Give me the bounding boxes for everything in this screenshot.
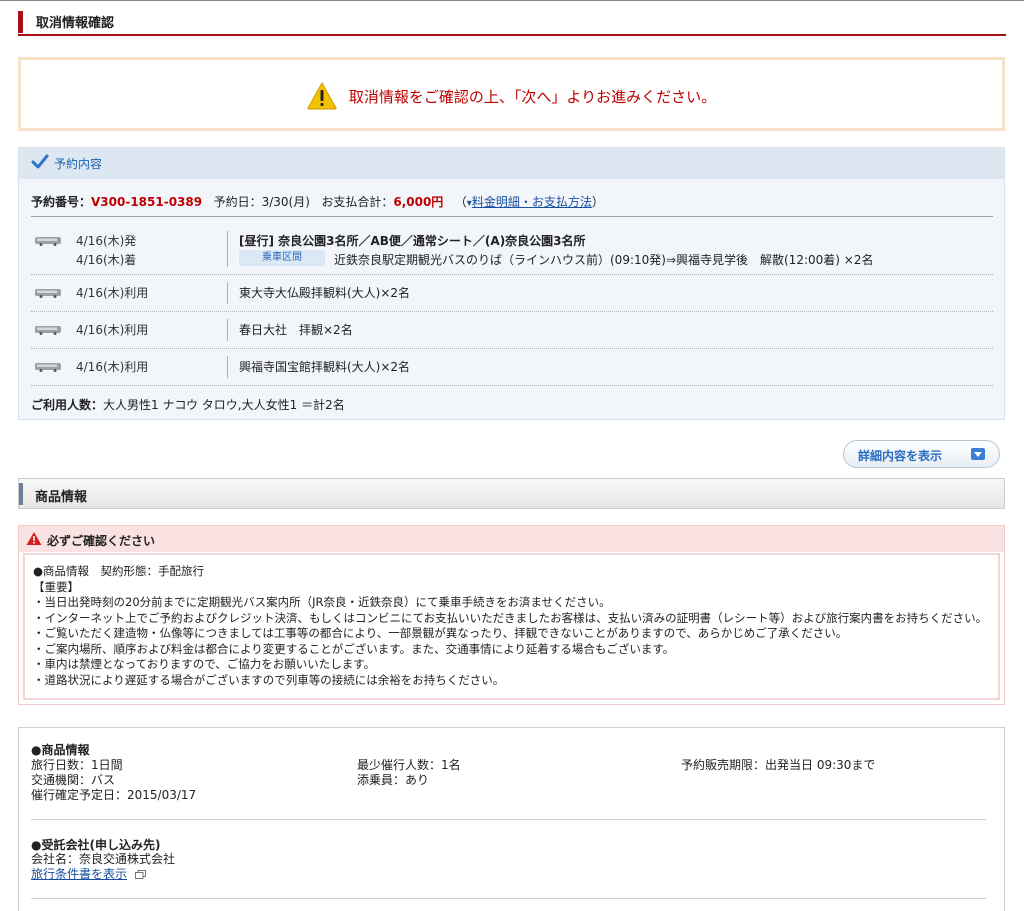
reservation-item: 4/16(木)利用 春日大社 拝観×2名 [31, 312, 993, 348]
travel-days: 旅行日数：1日間 [31, 758, 123, 772]
show-details-label: 詳細内容を表示 [858, 449, 943, 463]
notice-line: ・インターネット上でご予約およびクレジット決済、もしくはコンビニにてお支払いいた… [33, 610, 988, 625]
item-title: 興福寺国宝館拝観料(大人)×2名 [239, 360, 411, 374]
product-section-title: 商品情報 [35, 490, 88, 505]
total-amount: 6,000円 [393, 195, 444, 209]
notice-line: ・ご案内場所、順序および料金は都合により変更することがございます。また、交通事情… [33, 641, 675, 656]
reservation-header: 予約内容 [19, 148, 1004, 179]
product-section-header: 商品情報 [18, 478, 1005, 509]
item-date: 4/16(木)利用 [76, 323, 149, 337]
external-window-icon [134, 870, 146, 879]
tour-conductor: 添乗員：あり [357, 773, 430, 787]
notice-line: ・ご覧いただく建造物・仏像等につきましては工事等の都合により、一部景観が異なった… [33, 626, 848, 640]
fee-detail-link[interactable]: 料金明細・お支払方法 [472, 195, 592, 209]
expand-down-icon [971, 448, 985, 460]
min-participants: 最少催行人数：1名 [357, 758, 461, 772]
notice-line: ・道路状況により遅延する場合がございますので列車等の接続には余裕をお持ちください… [33, 672, 505, 687]
item-title: 東大寺大仏殿拝観料(大人)×2名 [239, 286, 411, 300]
alert-icon [26, 532, 42, 545]
item-title: 春日大社 拝観×2名 [239, 323, 353, 337]
product-info-col1: 旅行日数：1日間 交通機関：バス 催行確定予定日：2015/03/17 [31, 758, 196, 803]
info-divider [31, 819, 986, 820]
row-divider [31, 385, 993, 386]
item-divider [227, 319, 228, 341]
page-title: 取消情報確認 [36, 16, 115, 31]
important-notice-title: 必ずご確認ください [47, 534, 156, 548]
total-label: お支払合計： [321, 195, 394, 209]
paren-close: ） [591, 195, 604, 209]
page-title-bar: 取消情報確認 [18, 8, 1006, 36]
boarding-section-tag: 乗車区間 [239, 250, 325, 266]
reservation-item: 4/16(木)発 4/16(木)着 [昼行] 奈良公園3名所／AB便／通常シート… [31, 224, 993, 274]
bus-icon [35, 237, 61, 246]
product-info-col2: 最少催行人数：1名 添乗員：あり [357, 758, 461, 788]
check-icon [31, 154, 49, 169]
bus-icon [35, 363, 61, 372]
reservation-title: 予約内容 [54, 157, 103, 171]
sales-deadline: 予約販売期限：出発当日 09:30まで [681, 758, 876, 772]
info-divider [31, 898, 986, 899]
reservation-number: V300-1851-0389 [91, 195, 203, 209]
section-accent-bar [19, 483, 23, 505]
product-info-box: ●商品情報 旅行日数：1日間 交通機関：バス 催行確定予定日：2015/03/1… [18, 727, 1005, 911]
important-notice-header: 必ずご確認ください [19, 526, 1004, 552]
item-date-arrive: 4/16(木)着 [76, 253, 137, 267]
item-divider [227, 282, 228, 304]
show-details-button[interactable]: 詳細内容を表示 [843, 440, 1000, 468]
item-divider [227, 356, 228, 378]
bus-icon [35, 289, 61, 298]
top-border [0, 0, 1024, 1]
conditions-row: 旅行条件書を表示 [31, 867, 146, 882]
title-accent-bar [18, 11, 23, 33]
bus-icon [35, 326, 61, 335]
notice-line: ●商品情報 契約形態：手配旅行 [33, 564, 205, 578]
usage-label: ご利用人数： [31, 398, 104, 412]
item-date-depart: 4/16(木)発 [76, 234, 137, 248]
travel-conditions-link[interactable]: 旅行条件書を表示 [31, 867, 127, 881]
reservation-date: 予約日：3/30(月) [213, 195, 310, 209]
usage-count: ご利用人数：大人男性1 ナコウ タロウ,大人女性1 ＝計2名 [31, 396, 345, 413]
warning-icon [307, 82, 337, 110]
item-title: [昼行] 奈良公園3名所／AB便／通常シート／(A)奈良公園3名所 [239, 234, 586, 248]
notice-line: ・車内は禁煙となっておりますので、ご協力をお願いいたします。 [33, 657, 376, 671]
item-divider [227, 231, 228, 267]
notice-line: ・当日出発時刻の20分前までに定期観光バス案内所（JR奈良・近鉄奈良）にて乗車手… [33, 595, 611, 609]
important-notice-body: ●商品情報 契約形態：手配旅行 【重要】 ・当日出発時刻の20分前までに定期観光… [23, 553, 1000, 700]
notice-message: 取消情報をご確認の上、「次へ」よりお進みください。 [348, 87, 717, 106]
confirm-date: 催行確定予定日：2015/03/17 [31, 788, 197, 802]
usage-value: 大人男性1 ナコウ タロウ,大人女性1 ＝計2名 [103, 398, 345, 412]
notice-line: 【重要】 [33, 579, 79, 594]
product-info-heading: ●商品情報 [31, 743, 90, 757]
reservation-box: 予約内容 予約番号：V300-1851-0389 予約日：3/30(月) お支払… [18, 147, 1005, 420]
reservation-number-label: 予約番号： [31, 195, 92, 209]
item-date: 4/16(木)利用 [76, 360, 149, 374]
reservation-summary: 予約番号：V300-1851-0389 予約日：3/30(月) お支払合計：6,… [31, 193, 604, 210]
summary-divider [31, 216, 993, 217]
item-detail: 近鉄奈良駅定期観光バスのりば（ラインハウス前）(09:10発)⇒興福寺見学後 解… [334, 253, 874, 267]
product-info-col3: 予約販売期限：出発当日 09:30まで [681, 758, 875, 773]
transport: 交通機関：バス [31, 773, 116, 787]
notice-box: 取消情報をご確認の上、「次へ」よりお進みください。 [18, 57, 1005, 131]
item-date: 4/16(木)利用 [76, 286, 149, 300]
important-notice-box: 必ずご確認ください ●商品情報 契約形態：手配旅行 【重要】 ・当日出発時刻の2… [18, 525, 1005, 705]
reservation-item: 4/16(木)利用 東大寺大仏殿拝観料(大人)×2名 [31, 275, 993, 311]
company-heading: ●受託会社(申し込み先) [31, 838, 161, 852]
company-name: 会社名：奈良交通株式会社 [31, 852, 176, 866]
paren-open: （ [454, 195, 467, 209]
reservation-item: 4/16(木)利用 興福寺国宝館拝観料(大人)×2名 [31, 349, 993, 385]
